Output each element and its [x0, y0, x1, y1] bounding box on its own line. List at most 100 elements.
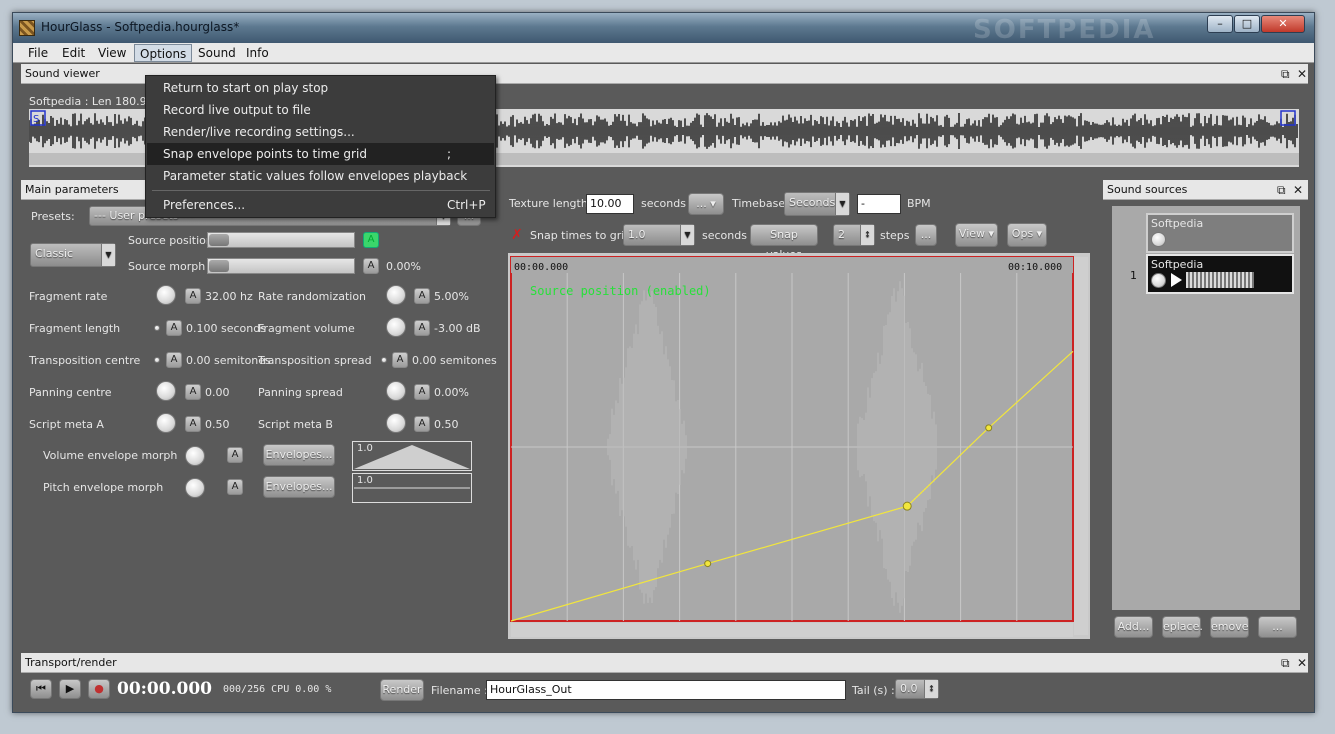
snap-label: Snap times to grid [530, 229, 632, 242]
param-knob[interactable] [386, 317, 406, 337]
replace-source-button[interactable]: eplace. [1162, 616, 1203, 638]
param-a-button[interactable]: A [185, 384, 201, 400]
rewind-button[interactable]: ⏮ [30, 679, 52, 699]
remove-source-button[interactable]: emove [1210, 616, 1249, 638]
title-bar: HourGlass - Softpedia.hourglass* SOFTPED… [13, 13, 1314, 45]
param-label: Panning centre [29, 386, 112, 399]
ops-menu-button[interactable]: Ops ▾ [1007, 223, 1047, 247]
source-morph-value: 0.00% [386, 260, 421, 273]
param-knob[interactable] [386, 285, 406, 305]
source-position-a-button[interactable]: A [363, 232, 379, 248]
steps-spinner[interactable]: 2 ↕ [833, 224, 875, 246]
volume-envelope-a-button[interactable]: A [227, 447, 243, 463]
param-knob[interactable] [156, 381, 176, 401]
pitch-envelope-knob[interactable] [185, 478, 205, 498]
menu-file[interactable]: File [23, 44, 53, 62]
param-a-button[interactable]: A [185, 416, 201, 432]
param-a-button[interactable]: A [166, 352, 182, 368]
add-source-button[interactable]: Add... [1114, 616, 1153, 638]
source-morph-a-button[interactable]: A [363, 258, 379, 274]
param-knob[interactable] [154, 325, 160, 331]
menu-item-preferences[interactable]: Preferences... Ctrl+P [147, 194, 494, 216]
steps-more-button[interactable]: ... [915, 224, 937, 246]
snap-checkbox[interactable]: ✗ [511, 228, 523, 242]
menu-edit[interactable]: Edit [57, 44, 90, 62]
menu-info[interactable]: Info [241, 44, 274, 62]
param-knob[interactable] [386, 413, 406, 433]
start-marker-label: S [33, 114, 39, 125]
sound-source-item[interactable]: Softpedia [1146, 254, 1294, 294]
float-icon[interactable]: ⧉ [1281, 653, 1290, 673]
record-button[interactable]: ● [88, 679, 110, 699]
source-volume-knob[interactable] [1151, 232, 1166, 247]
mode-select[interactable]: Classic ▼ [30, 243, 116, 267]
maximize-button[interactable]: □ [1234, 15, 1260, 33]
filename-label: Filename : [431, 684, 488, 697]
close-panel-icon[interactable]: ✕ [1297, 653, 1307, 673]
menu-item-return-to-start[interactable]: Return to start on play stop [147, 77, 494, 99]
param-a-button[interactable]: A [392, 352, 408, 368]
source-more-button[interactable]: ... [1258, 616, 1297, 638]
volume-envelope-knob[interactable] [185, 446, 205, 466]
envelope-point[interactable] [704, 560, 712, 568]
menu-item-record-live-output[interactable]: Record live output to file [147, 99, 494, 121]
param-a-button[interactable]: A [166, 320, 182, 336]
volume-envelopes-button[interactable]: Envelopes... [263, 444, 335, 466]
menu-view[interactable]: View [93, 44, 131, 62]
play-button[interactable]: ▶ [59, 679, 81, 699]
texture-length-combo[interactable]: ... ▾ [688, 193, 724, 215]
param-knob[interactable] [381, 357, 387, 363]
menu-item-render-settings[interactable]: Render/live recording settings... [147, 121, 494, 143]
pitch-envelope-value: 1.0 [357, 475, 373, 486]
param-knob[interactable] [156, 285, 176, 305]
param-knob[interactable] [154, 357, 160, 363]
param-a-button[interactable]: A [414, 288, 430, 304]
param-a-button[interactable]: A [414, 416, 430, 432]
spinner-arrows-icon[interactable]: ↕ [924, 680, 938, 698]
transport-title: Transport/render [25, 656, 117, 669]
float-icon[interactable]: ⧉ [1281, 64, 1290, 84]
view-menu-button[interactable]: View ▾ [955, 223, 998, 247]
envelope-editor[interactable]: 00:00.000 00:10.000 Source position (ena… [508, 253, 1090, 639]
menu-item-snap-envelope-points[interactable]: Snap envelope points to time grid; [147, 143, 494, 165]
app-window: HourGlass - Softpedia.hourglass* SOFTPED… [12, 12, 1315, 713]
close-button[interactable]: ✕ [1261, 15, 1305, 33]
close-panel-icon[interactable]: ✕ [1293, 180, 1303, 200]
texture-length-input[interactable]: 10.00 [586, 194, 634, 214]
snap-select[interactable]: 1.0 ▼ [623, 224, 695, 246]
float-icon[interactable]: ⧉ [1277, 180, 1286, 200]
minimize-button[interactable]: – [1207, 15, 1233, 33]
pitch-envelope-a-button[interactable]: A [227, 479, 243, 495]
spinner-arrows-icon[interactable]: ↕ [860, 225, 874, 245]
menu-separator [152, 190, 490, 191]
menu-item-static-values-follow[interactable]: Parameter static values follow envelopes… [147, 165, 494, 187]
param-a-button[interactable]: A [414, 384, 430, 400]
menu-item-shortcut: Ctrl+P [447, 198, 486, 212]
param-knob[interactable] [386, 381, 406, 401]
envelope-point[interactable] [985, 424, 993, 432]
main-params-title: Main parameters [25, 183, 119, 196]
source-index: 1 [1130, 269, 1137, 282]
transport-time: 00:00.000 [117, 679, 212, 699]
param-a-button[interactable]: A [414, 320, 430, 336]
source-position-slider[interactable] [207, 232, 355, 248]
pitch-envelopes-button[interactable]: Envelopes... [263, 476, 335, 498]
param-a-button[interactable]: A [185, 288, 201, 304]
sound-source-item[interactable]: Softpedia [1146, 213, 1294, 253]
filename-input[interactable]: HourGlass_Out [486, 680, 846, 700]
snap-values-button[interactable]: Snap values [750, 224, 818, 261]
param-knob[interactable] [156, 413, 176, 433]
texture-length-label: Texture length [509, 197, 588, 210]
menu-sound[interactable]: Sound [193, 44, 241, 62]
bpm-input[interactable]: - [857, 194, 901, 214]
source-morph-slider[interactable] [207, 258, 355, 274]
envelope-point[interactable] [902, 501, 912, 511]
play-icon[interactable] [1171, 273, 1182, 287]
timebase-select[interactable]: Seconds ▼ [784, 192, 850, 216]
menu-options[interactable]: Options [134, 44, 193, 62]
tail-spinner[interactable]: 0.0 ↕ [895, 679, 939, 699]
close-panel-icon[interactable]: ✕ [1297, 64, 1307, 84]
param-value: 0.50 [434, 418, 459, 431]
render-button[interactable]: Render [380, 679, 424, 701]
source-volume-knob[interactable] [1151, 273, 1166, 288]
